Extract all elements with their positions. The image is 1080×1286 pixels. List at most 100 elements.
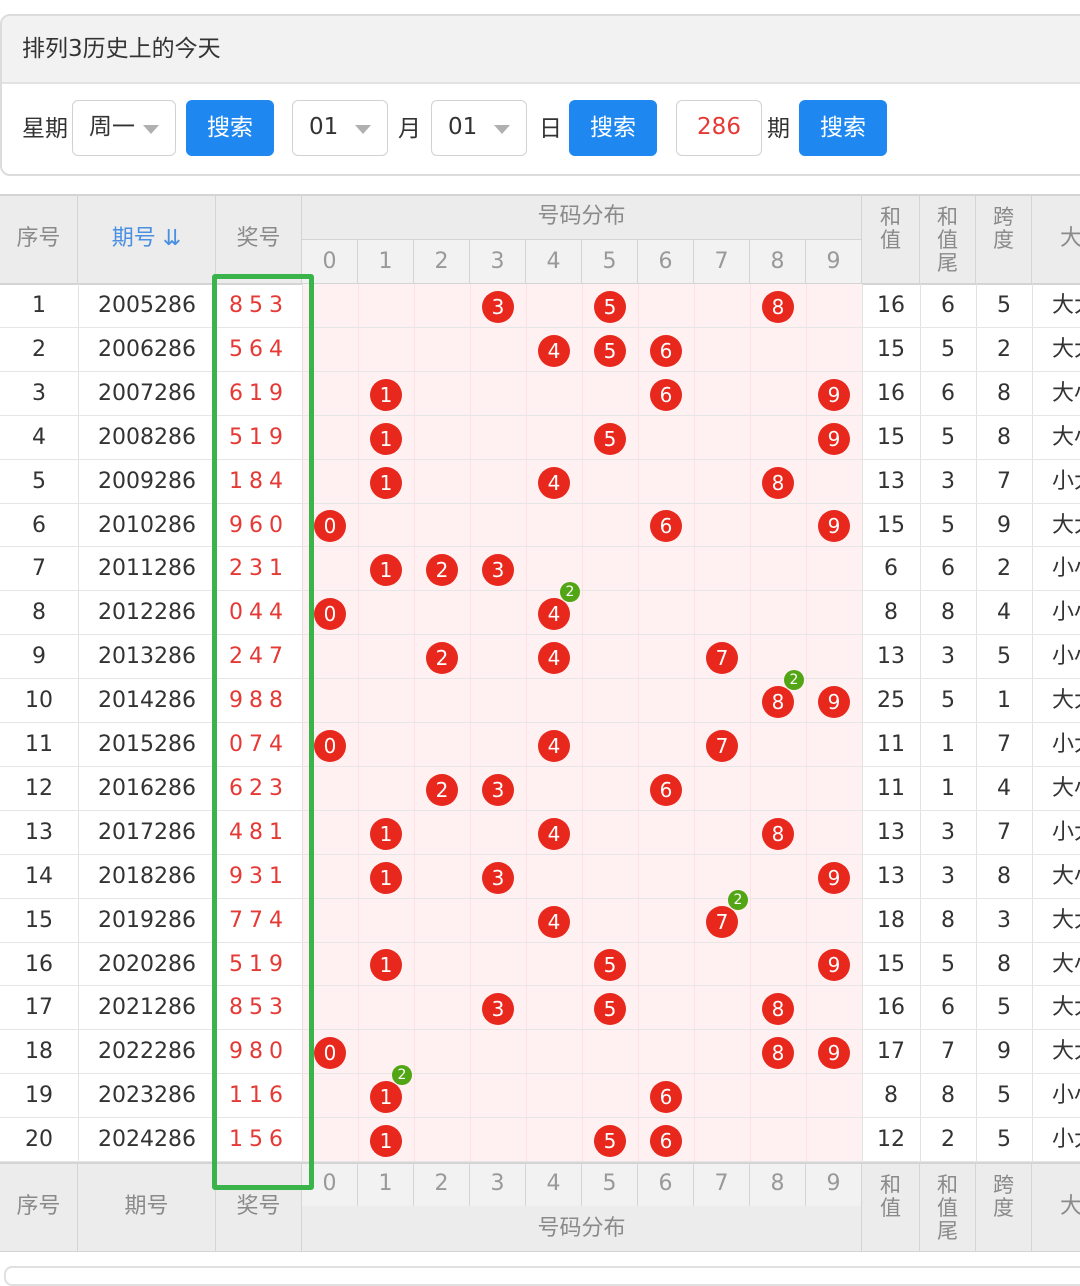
digit-divider <box>694 284 695 1162</box>
row-issue: 2006286 <box>98 336 196 362</box>
day-value: 01 <box>448 114 478 140</box>
header-sum: 和值 <box>862 194 920 284</box>
row-seq: 12 <box>25 775 53 801</box>
footer-sum: 和值 <box>862 1162 920 1252</box>
row-size: 小大 <box>1052 819 1080 845</box>
header-digit-1: 1 <box>358 240 414 284</box>
row-sum: 13 <box>877 644 905 670</box>
row-sum: 15 <box>877 951 905 977</box>
footer-digit-6: 6 <box>638 1162 694 1206</box>
repeat-count-badge: 2 <box>728 889 748 910</box>
row-issue: 2017286 <box>98 819 196 845</box>
row-seq: 7 <box>32 556 46 582</box>
sort-icon[interactable]: ⇊ <box>156 226 181 251</box>
row-prize: 044 <box>229 600 289 626</box>
footer-digit-2: 2 <box>414 1162 470 1206</box>
month-select[interactable]: 01 <box>292 100 388 156</box>
number-ball: 4 <box>538 817 570 850</box>
row-span: 2 <box>997 336 1011 362</box>
row-span: 7 <box>997 732 1011 757</box>
digit-divider <box>526 284 527 1162</box>
row-sum-tail: 7 <box>941 1039 955 1065</box>
row-span: 9 <box>997 512 1011 538</box>
row-prize: 980 <box>229 1039 289 1065</box>
day-label: 日 <box>539 116 562 142</box>
number-ball: 6 <box>650 1125 682 1158</box>
row-prize: 619 <box>229 380 289 406</box>
number-ball: 7 <box>706 729 738 762</box>
row-issue: 2010286 <box>98 512 196 538</box>
row-prize: 774 <box>229 907 289 933</box>
row-prize: 156 <box>229 1127 289 1153</box>
row-sum-tail: 1 <box>941 732 955 757</box>
header-digit-6: 6 <box>638 240 694 284</box>
row-issue: 2014286 <box>98 688 196 714</box>
row-size: 小大 <box>1052 732 1080 757</box>
row-issue: 2008286 <box>98 424 196 450</box>
row-prize: 481 <box>229 819 289 845</box>
row-issue: 2005286 <box>98 293 196 318</box>
row-span: 2 <box>997 556 1011 582</box>
row-size: 大大 <box>1052 512 1080 538</box>
row-sum-tail: 3 <box>941 644 955 670</box>
digit-divider <box>358 284 359 1162</box>
number-ball: 5 <box>594 334 626 367</box>
row-sum-tail: 6 <box>941 293 955 318</box>
row-seq: 11 <box>25 732 53 757</box>
day-select[interactable]: 01 <box>431 100 527 156</box>
weekday-search-button[interactable]: 搜索 <box>186 100 274 156</box>
footer-digit-4: 4 <box>526 1162 582 1206</box>
row-size: 大大 <box>1052 1039 1080 1065</box>
header-border <box>0 194 1080 196</box>
row-span: 5 <box>997 293 1011 318</box>
number-ball: 7 <box>706 905 738 938</box>
history-table: 序号 期号 ⇊ 奖号 号码分布 0 1 2 3 4 5 6 7 8 9 和值和值尾跨度大 1 2005286 8… <box>0 194 1080 1252</box>
footer-digit-0: 0 <box>302 1162 358 1206</box>
row-size: 小大 <box>1052 468 1080 494</box>
row-span: 8 <box>997 951 1011 977</box>
row-sum-tail: 5 <box>941 951 955 977</box>
chevron-down-icon <box>143 125 159 134</box>
footer-size: 大 <box>1032 1162 1080 1252</box>
period-search-button[interactable]: 搜索 <box>799 100 887 156</box>
period-label: 期 <box>767 116 790 142</box>
header-digit-7: 7 <box>694 240 750 284</box>
row-issue: 2019286 <box>98 907 196 933</box>
header-digit-9: 9 <box>806 240 862 284</box>
row-seq: 19 <box>25 1083 53 1109</box>
chevron-down-icon <box>494 125 510 134</box>
number-ball: 3 <box>482 861 514 894</box>
footer-digit-1: 1 <box>358 1162 414 1206</box>
header-issue-sortable[interactable]: 期号 ⇊ <box>78 194 216 284</box>
row-prize: 960 <box>229 512 289 538</box>
header-digit-5: 5 <box>582 240 638 284</box>
row-size: 大大 <box>1052 907 1080 933</box>
number-ball: 9 <box>818 1037 850 1070</box>
row-span: 9 <box>997 1039 1011 1065</box>
row-sum: 16 <box>877 293 905 318</box>
row-size: 大小 <box>1052 775 1080 801</box>
row-span: 4 <box>997 600 1011 626</box>
digit-divider <box>414 284 415 1162</box>
period-input[interactable]: 286 <box>676 100 762 156</box>
header-sum-tail: 和值尾 <box>920 194 976 284</box>
row-issue: 2011286 <box>98 556 196 582</box>
row-size: 大大 <box>1052 336 1080 362</box>
row-seq: 1 <box>32 293 46 318</box>
col-divider <box>302 284 303 1162</box>
month-label: 月 <box>398 116 421 142</box>
footer-digit-9: 9 <box>806 1162 862 1206</box>
number-ball: 9 <box>818 861 850 894</box>
table-footer: 序号 期号 奖号 号码分布 0 1 2 3 4 5 6 7 8 9 和值和值尾跨度大 <box>0 1162 1080 1252</box>
row-span: 5 <box>997 1127 1011 1153</box>
weekday-select[interactable]: 周一 <box>72 100 176 156</box>
row-seq: 10 <box>25 688 53 714</box>
row-prize: 623 <box>229 775 289 801</box>
date-search-button[interactable]: 搜索 <box>569 100 657 156</box>
number-ball: 5 <box>594 290 626 323</box>
row-sum-tail: 3 <box>941 819 955 845</box>
row-span: 3 <box>997 907 1011 933</box>
footer-prize: 奖号 <box>216 1162 302 1252</box>
row-seq: 4 <box>32 424 46 450</box>
row-sum: 8 <box>884 1083 898 1109</box>
